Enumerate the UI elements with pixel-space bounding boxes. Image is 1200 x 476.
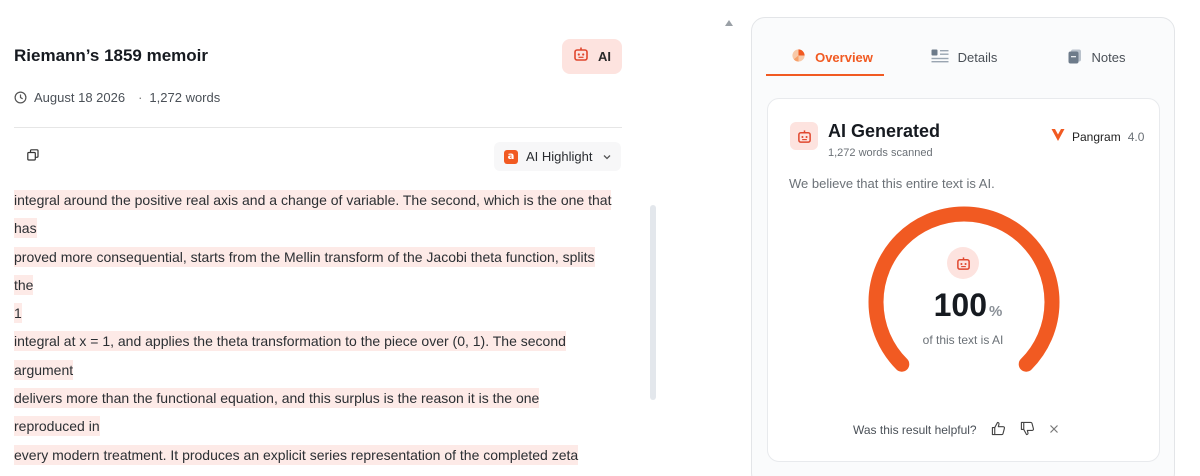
thumbs-down-icon	[1020, 421, 1035, 439]
document-text: integral around the positive real axis a…	[14, 186, 624, 476]
pangram-logo-icon	[1051, 128, 1065, 145]
feedback-row: Was this result helpful?	[853, 421, 1059, 439]
tab-notes[interactable]: Notes	[1030, 38, 1162, 76]
clock-icon	[14, 91, 27, 104]
robot-icon	[947, 247, 979, 279]
notes-icon	[1067, 48, 1083, 67]
tab-details[interactable]: Details	[898, 38, 1030, 76]
header-divider	[14, 127, 622, 128]
text-line: argument	[14, 359, 74, 380]
scroll-up-arrow-icon[interactable]	[725, 20, 733, 26]
brand-version: 4.0	[1127, 129, 1145, 144]
pangram-a-icon: a	[504, 149, 518, 164]
result-card: AI Generated 1,272 words scanned Pangram…	[767, 98, 1160, 462]
text-line: proved more consequential, starts from t…	[14, 246, 595, 267]
dismiss-button[interactable]	[1049, 423, 1059, 437]
text-line: delivers more than the functional equati…	[14, 388, 540, 409]
brand-name: Pangram	[1072, 129, 1121, 144]
result-title: AI Generated	[828, 121, 941, 141]
meta-separator: ·	[138, 90, 143, 105]
details-icon	[931, 49, 949, 66]
panel-tabs: Overview Details Notes	[766, 38, 1162, 76]
text-line: integral around the positive real axis a…	[14, 190, 612, 210]
robot-icon	[573, 46, 589, 67]
document-date: August 18 2026	[34, 90, 126, 105]
ai-badge-label: AI	[598, 49, 611, 64]
overview-icon	[791, 48, 806, 66]
results-panel: Overview Details Notes AI Generated 1,27…	[751, 17, 1175, 476]
tab-details-label: Details	[957, 49, 998, 65]
brand-badge: Pangram 4.0	[1051, 128, 1144, 145]
result-belief-text: We believe that this entire text is AI.	[789, 176, 995, 191]
chevron-down-icon	[602, 152, 612, 162]
ai-score-value: 100%	[908, 287, 1028, 324]
text-line: integral at x = 1, and applies the theta…	[14, 331, 566, 352]
tab-overview[interactable]: Overview	[766, 38, 898, 76]
close-icon	[1049, 423, 1059, 437]
copy-button[interactable]	[25, 149, 41, 165]
document-meta: August 18 2026 · 1,272 words	[14, 90, 220, 105]
document-word-count: 1,272 words	[149, 90, 221, 105]
ai-score-number: 100	[933, 287, 988, 323]
text-line: reproduced in	[14, 416, 100, 437]
document-title: Riemann’s 1859 memoir	[14, 46, 209, 65]
thumbs-up-icon	[991, 421, 1006, 439]
tab-notes-label: Notes	[1091, 49, 1126, 65]
ai-score-unit: %	[989, 303, 1003, 320]
document-pane: Riemann’s 1859 memoir AI August 18 2026 …	[0, 0, 640, 476]
ai-badge-button[interactable]: AI	[562, 39, 622, 74]
document-scrollbar[interactable]	[650, 205, 656, 400]
text-line: has	[14, 218, 37, 239]
copy-icon	[27, 148, 39, 166]
highlight-mode-select[interactable]: a AI Highlight	[494, 142, 621, 171]
result-subtitle: 1,272 words scanned	[828, 147, 933, 159]
text-line: every modern treatment. It produces an e…	[14, 444, 579, 465]
text-line: 1	[14, 303, 22, 324]
ai-score-label: of this text is AI	[922, 333, 1004, 347]
thumbs-up-button[interactable]	[991, 421, 1006, 439]
text-line: the	[14, 274, 34, 295]
thumbs-down-button[interactable]	[1020, 421, 1035, 439]
highlight-mode-label: AI Highlight	[526, 149, 593, 164]
robot-icon	[790, 122, 818, 150]
tab-overview-label: Overview	[815, 49, 873, 65]
feedback-question: Was this result helpful?	[853, 423, 977, 437]
